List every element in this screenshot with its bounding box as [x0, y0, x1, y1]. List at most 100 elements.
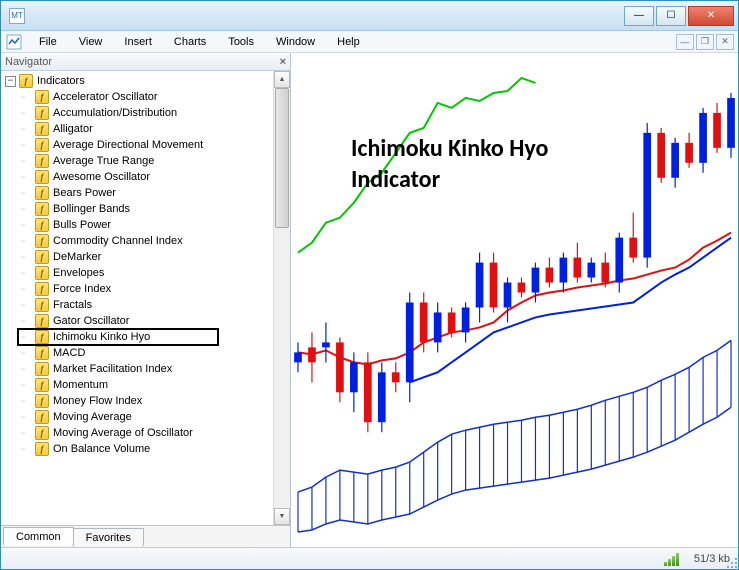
indicator-item[interactable]: ···f Commodity Channel Index: [1, 233, 273, 249]
mdi-minimize-button[interactable]: —: [676, 34, 694, 50]
indicator-item[interactable]: ···f Market Facilitation Index: [1, 361, 273, 377]
chart-title-line2: Indicator: [351, 164, 548, 195]
indicator-item[interactable]: ···fAverage True Range: [1, 153, 273, 169]
indicator-item[interactable]: ···fMACD: [1, 345, 273, 361]
titlebar[interactable]: MT — ☐ ✕: [1, 1, 738, 31]
tree-line: ···: [21, 446, 35, 453]
indicator-item[interactable]: ···fMoving Average of Oscillator: [1, 425, 273, 441]
tree-line: ···: [21, 254, 35, 261]
chart-title-line1: Ichimoku Kinko Hyo: [351, 133, 548, 164]
indicator-item[interactable]: ···fMomentum: [1, 377, 273, 393]
navigator-tree[interactable]: − f Indicators ···fAccelerator Oscillato…: [1, 71, 273, 525]
app-window: MT — ☐ ✕ FileViewInsertChartsToolsWindow…: [0, 0, 739, 570]
indicator-item[interactable]: ···fAwesome Oscillator: [1, 169, 273, 185]
indicator-icon: f: [35, 234, 49, 248]
indicator-label: Alligator: [53, 123, 93, 135]
price-chart: [291, 53, 738, 547]
indicator-label: Accumulation/Distribution: [53, 107, 177, 119]
indicator-label: DeMarker: [53, 251, 101, 263]
indicator-label: Commodity Channel Index: [53, 235, 183, 247]
indicator-item[interactable]: ···f On Balance Volume: [1, 441, 273, 457]
indicator-icon: f: [35, 154, 49, 168]
indicator-icon: f: [35, 218, 49, 232]
navigator-panel: Navigator × − f Indicators ···fAccelerat…: [1, 53, 291, 547]
scroll-thumb[interactable]: [275, 88, 289, 228]
menu-window[interactable]: Window: [266, 33, 325, 51]
indicator-item[interactable]: ···fEnvelopes: [1, 265, 273, 281]
indicator-item[interactable]: ···fDeMarker: [1, 249, 273, 265]
tree-line: ···: [21, 414, 35, 421]
indicator-icon: f: [35, 90, 49, 104]
navigator-tabs: Common Favorites: [1, 525, 290, 547]
indicator-label: Average True Range: [53, 155, 154, 167]
indicator-icon: f: [35, 426, 49, 440]
menu-charts[interactable]: Charts: [164, 33, 216, 51]
indicator-item[interactable]: ···f Gator Oscillator: [1, 313, 273, 329]
minimize-button[interactable]: —: [624, 6, 654, 26]
mdi-restore-button[interactable]: ❐: [696, 34, 714, 50]
tree-line: ···: [21, 366, 35, 373]
indicator-label: Ichimoku Kinko Hyo: [53, 331, 150, 343]
folder-icon: f: [19, 74, 33, 88]
scroll-up-button[interactable]: ▲: [274, 71, 290, 88]
indicator-icon: f: [35, 394, 49, 408]
chart-area[interactable]: Ichimoku Kinko Hyo Indicator Double Clic…: [291, 53, 738, 547]
indicator-item[interactable]: ···fFractals: [1, 297, 273, 313]
indicator-item[interactable]: ···fAverage Directional Movement: [1, 137, 273, 153]
indicator-icon: f: [35, 138, 49, 152]
navigator-scrollbar[interactable]: ▲ ▼: [273, 71, 290, 525]
tree-line: ···: [21, 382, 35, 389]
indicator-icon: f: [35, 314, 49, 328]
mdi-close-button[interactable]: ✕: [716, 34, 734, 50]
navigator-header[interactable]: Navigator ×: [1, 53, 290, 71]
indicator-item[interactable]: ···fMoney Flow Index: [1, 393, 273, 409]
menu-view[interactable]: View: [69, 33, 113, 51]
menu-help[interactable]: Help: [327, 33, 370, 51]
indicator-label: Envelopes: [53, 267, 104, 279]
tree-root-label: Indicators: [37, 75, 85, 87]
indicator-label: On Balance Volume: [53, 443, 150, 455]
indicator-item[interactable]: ···fAccumulation/Distribution: [1, 105, 273, 121]
indicator-item[interactable]: ···fBears Power: [1, 185, 273, 201]
indicator-item[interactable]: ···fIchimoku Kinko Hyo: [1, 329, 273, 345]
tree-line: ···: [21, 174, 35, 181]
menu-file[interactable]: File: [29, 33, 67, 51]
tree-line: ···: [21, 286, 35, 293]
indicator-label: Bollinger Bands: [53, 203, 130, 215]
tab-favorites[interactable]: Favorites: [73, 528, 144, 547]
tree-line: ···: [21, 238, 35, 245]
maximize-button[interactable]: ☐: [656, 6, 686, 26]
indicator-label: Gator Oscillator: [53, 315, 129, 327]
indicator-item[interactable]: ···fBulls Power: [1, 217, 273, 233]
indicator-item[interactable]: ···fAlligator: [1, 121, 273, 137]
indicator-icon: f: [35, 170, 49, 184]
indicator-label: Bulls Power: [53, 219, 111, 231]
close-button[interactable]: ✕: [688, 6, 734, 26]
scroll-down-button[interactable]: ▼: [274, 508, 290, 525]
menu-tools[interactable]: Tools: [218, 33, 264, 51]
navigator-title: Navigator: [5, 56, 52, 68]
indicator-icon: f: [35, 362, 49, 376]
indicator-label: Momentum: [53, 379, 108, 391]
indicator-icon: f: [35, 106, 49, 120]
tree-line: ···: [21, 142, 35, 149]
tree-line: ···: [21, 318, 35, 325]
indicator-label: Fractals: [53, 299, 92, 311]
indicator-item[interactable]: ···fBollinger Bands: [1, 201, 273, 217]
indicator-item[interactable]: ···fForce Index: [1, 281, 273, 297]
indicator-item[interactable]: ···fMoving Average: [1, 409, 273, 425]
indicator-icon: f: [35, 442, 49, 456]
indicator-label: Market Facilitation Index: [53, 363, 172, 375]
indicator-item[interactable]: ···fAccelerator Oscillator: [1, 89, 273, 105]
menu-insert[interactable]: Insert: [114, 33, 162, 51]
tree-root-indicators[interactable]: − f Indicators: [1, 73, 273, 89]
tree-line: ···: [21, 398, 35, 405]
collapse-icon[interactable]: −: [5, 76, 16, 87]
tree-line: ···: [21, 302, 35, 309]
resize-grip[interactable]: [725, 556, 737, 568]
navigator-close-icon[interactable]: ×: [280, 56, 286, 68]
tab-common[interactable]: Common: [3, 527, 74, 546]
indicator-icon: f: [35, 202, 49, 216]
app-menu-icon[interactable]: [5, 33, 23, 51]
indicator-label: Accelerator Oscillator: [53, 91, 158, 103]
